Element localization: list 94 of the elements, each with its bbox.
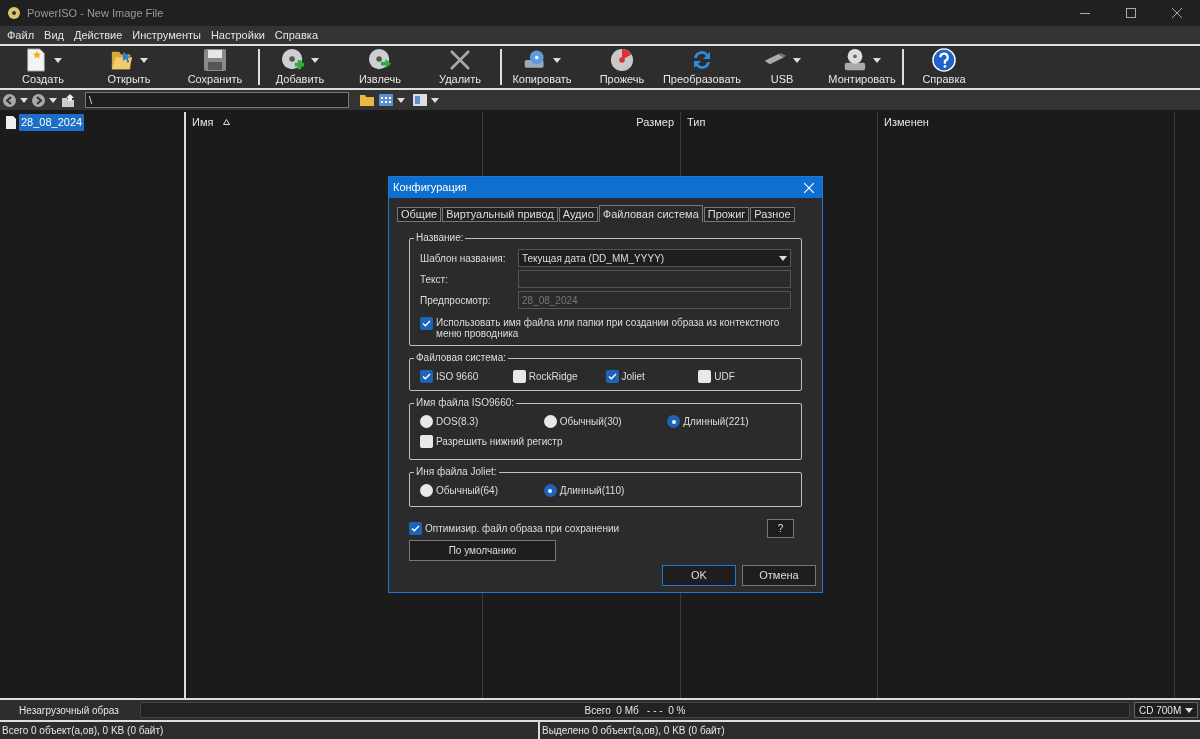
toolbar-button[interactable]: Удалить [420,48,500,86]
text-field[interactable] [518,270,791,288]
field-label: Текст: [420,272,449,287]
checkbox[interactable] [605,370,619,383]
radio-label: Длинный(221) [683,415,749,429]
checkbox-label: UDF [714,370,735,384]
path-field[interactable]: \ [85,92,349,108]
forward-icon[interactable] [32,93,45,107]
toolbar-button[interactable]: Добавить [260,48,340,86]
radio-label: Длинный(110) [559,484,625,498]
tab[interactable]: Общие [397,207,442,222]
disc-plus-icon [281,48,305,72]
new-document-icon [25,48,47,72]
toolbar-button[interactable]: Преобразовать [662,48,742,86]
tab[interactable]: Прожиг [703,207,750,222]
burn-disc-icon [610,48,634,72]
toolbar-button[interactable]: USB [742,48,822,86]
column-header[interactable]: Размер [483,112,680,132]
tab[interactable]: Аудио [558,207,598,222]
back-icon[interactable] [3,93,16,107]
radio-button[interactable] [420,415,433,428]
cancel-button[interactable]: Отмена [742,565,816,586]
field-label: Предпросмотр: [420,293,492,308]
checkbox-label: ISO 9660 [436,370,479,384]
dialog-title: Конфигурация [393,180,467,196]
toolbar-button[interactable]: Копировать [502,48,582,86]
checkbox-label: Оптимизир. файл образа при сохранении [425,522,620,536]
caret-icon [1185,707,1193,713]
template-select[interactable]: Текущая дата (DD_MM_YYYY) [518,249,791,267]
checkbox-label: Joliet [621,370,645,384]
radio-button[interactable] [420,484,433,497]
radio-button[interactable] [543,415,557,428]
toolbar-button[interactable]: Создать [0,48,86,86]
checkbox-label: Использовать имя файла или папки при создании образа из контекстного меню проводника [436,317,781,339]
group-title: Имя файла ISO9660: [414,396,517,410]
caret-icon [431,97,439,103]
column-header[interactable]: Тип [681,112,877,132]
checkbox[interactable] [420,435,433,448]
checkbox[interactable] [420,317,433,330]
caret-icon [49,97,57,103]
toolbar-button[interactable]: Справка [904,48,984,86]
radio-button[interactable] [667,415,681,428]
boot-status: Незагрузочный образ [18,703,120,718]
toolbar-button[interactable]: Прожечь [582,48,662,86]
media-select[interactable]: CD 700M [1134,702,1198,718]
caret-icon [20,97,28,103]
checkbox-label: RockRidge [528,370,578,384]
capacity-text: Всего 0 Мб - - - 0 % [584,703,686,718]
selection-info: Выделено 0 объект(а,ов), 0 KB (0 байт) [541,724,726,738]
file-icon [6,115,16,129]
maximize-icon[interactable] [1126,8,1136,18]
help-button[interactable]: ? [767,519,794,538]
checkbox[interactable] [420,370,433,383]
group-title: Иня файла Joliet: [414,465,499,479]
column-header[interactable]: Изменен [878,112,1174,132]
menu-item[interactable]: Действие [68,26,128,44]
menu-item[interactable]: Справка [269,26,323,44]
checkbox[interactable] [698,370,712,383]
checkbox[interactable] [512,370,526,383]
column-header[interactable]: Имя [186,112,482,132]
default-button[interactable]: По умолчанию [409,540,556,561]
total-info: Всего 0 объект(а,ов), 0 KB (0 байт) [0,722,540,739]
menu-item[interactable]: Файл [2,26,40,44]
up-folder-icon[interactable] [61,93,75,107]
caret-icon [397,97,405,103]
caret-icon [779,255,787,261]
radio-label: Обычный(64) [436,484,498,498]
radio-button[interactable] [543,484,557,497]
menu-item[interactable]: Вид [39,26,69,44]
toolbar-button[interactable]: Извлечь [340,48,420,86]
toolbar-button[interactable]: Открыть [86,48,172,86]
ok-button[interactable]: OK [662,565,736,586]
radio-label: DOS(8.3) [436,415,479,429]
checkbox[interactable] [409,522,422,535]
folder-icon[interactable] [359,93,375,107]
tree-item[interactable]: 28_08_2024 [19,114,85,131]
sort-icon [223,119,231,125]
radio-label: Обычный(30) [559,415,622,429]
disc-icon [8,7,20,19]
toolbar-button[interactable]: Монтировать [822,48,902,86]
toolbar-button[interactable]: Сохранить [172,48,258,86]
field-label: Шаблон названия: [420,251,507,266]
help-icon [932,48,956,72]
window-title: PowerISO - New Image File [27,5,164,21]
tab[interactable]: Файловая система [598,205,703,222]
grid-view-icon[interactable] [379,94,393,106]
tab[interactable]: Виртуальный привод [442,207,558,222]
checkbox-label: Разрешить нижний регистр [436,435,563,449]
tab[interactable]: Разное [750,207,795,222]
minimize-icon[interactable] [1080,12,1090,14]
menu-item[interactable]: Настройки [205,26,270,44]
menu-item[interactable]: Инструменты [127,26,206,44]
close-icon[interactable] [1172,8,1182,18]
cross-icon [448,48,472,72]
